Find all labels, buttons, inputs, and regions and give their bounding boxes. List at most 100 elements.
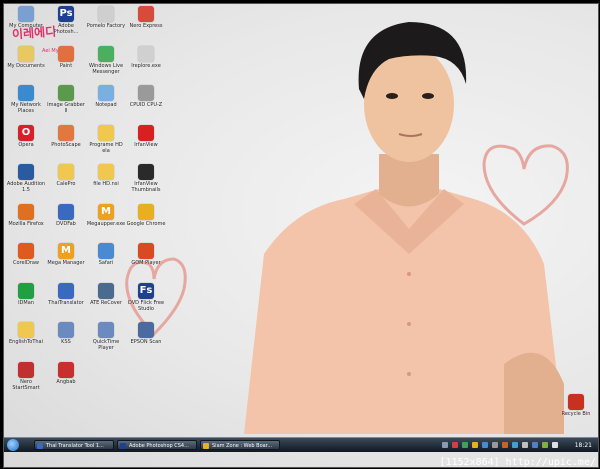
mega-manager-icon: M bbox=[58, 243, 74, 259]
desktop-icon-thaitranslator[interactable]: ThaiTranslator bbox=[46, 282, 86, 306]
desktop-icon-epson-scan[interactable]: EPSON Scan bbox=[126, 322, 166, 345]
thaitranslator-icon bbox=[58, 282, 74, 299]
taskbar-item-thai-translator[interactable]: Thai Translator Tool 1... bbox=[34, 440, 114, 450]
ireplore-exe-icon bbox=[138, 45, 154, 62]
desktop-icon-label: Mozilla Firefox bbox=[8, 220, 44, 227]
nero-startsmart-icon bbox=[18, 361, 34, 378]
desktop-icon-notepad[interactable]: Notepad bbox=[86, 85, 126, 108]
desktop-icon-label: CalePro bbox=[56, 181, 76, 187]
tray-icon-9[interactable] bbox=[522, 442, 528, 448]
dvd-flick-free-studio-icon: Fs bbox=[138, 282, 154, 299]
desktop-icon-label: GOM Player bbox=[131, 260, 161, 266]
tray-icon-2[interactable] bbox=[452, 442, 458, 448]
desktop-icon-nero-express[interactable]: Nero Express bbox=[126, 6, 166, 29]
desktop-icon-safari[interactable]: Safari bbox=[86, 243, 126, 266]
megaupper-exe-icon: M bbox=[98, 203, 114, 220]
desktop-icon-ate-recover[interactable]: ATE ReCover bbox=[86, 282, 126, 306]
tray-icon-5[interactable] bbox=[482, 442, 488, 448]
desktop-icon-ireplore-exe[interactable]: Ireplore.exe bbox=[126, 45, 166, 69]
desktop-icon-calepro[interactable]: CalePro bbox=[46, 164, 86, 187]
tray-icon-8[interactable] bbox=[512, 442, 518, 448]
desktop-icon-adobe-photosh[interactable]: Ps Adobe Photosh... bbox=[46, 6, 86, 35]
desktop-icon-dvdfab[interactable]: DVDFab bbox=[46, 203, 86, 227]
desktop-icon-windows-live-messenger[interactable]: Windows Live Messenger bbox=[86, 45, 126, 75]
desktop-icon-label: Programe HD ela bbox=[89, 141, 123, 154]
desktop-icon-mozilla-firefox[interactable]: Mozilla Firefox bbox=[6, 203, 46, 227]
programe-hd-ela-icon bbox=[98, 124, 114, 141]
desktop-icon-coreldraw[interactable]: CorelDraw bbox=[6, 243, 46, 266]
desktop-icon-adobe-audition-1-5[interactable]: Adobe Audition 1.5 bbox=[6, 164, 46, 193]
gom-player-icon bbox=[138, 243, 154, 259]
adobe-audition-1-5-icon bbox=[18, 164, 34, 180]
desktop-icon-my-computer[interactable]: My Computer bbox=[6, 6, 46, 29]
desktop-icon-mega-manager[interactable]: M Mega Manager bbox=[46, 243, 86, 266]
desktop-icon-irfanview[interactable]: IrfanView bbox=[126, 124, 166, 148]
volume-icon[interactable] bbox=[552, 442, 558, 448]
image-grabber-ii-icon bbox=[58, 85, 74, 101]
windows-live-messenger-icon bbox=[98, 45, 114, 62]
desktop-icon-label: IDMan bbox=[18, 299, 34, 306]
desktop-icon-image-grabber-ii[interactable]: Image Grabber II bbox=[46, 85, 86, 114]
desktop-icon-google-chrome[interactable]: Google Chrome bbox=[126, 203, 166, 227]
desktop-icon-pomelo-factory[interactable]: Pomelo Factory bbox=[86, 6, 126, 29]
desktop-icon-label: KSS bbox=[61, 339, 71, 345]
tray-icon-6[interactable] bbox=[492, 442, 498, 448]
desktop-icon-megaupper-exe[interactable]: M Megaupper.exe bbox=[86, 203, 126, 227]
tray-icon-7[interactable] bbox=[502, 442, 508, 448]
file-hd-nsi-icon bbox=[98, 164, 114, 180]
tray-icon-4[interactable] bbox=[472, 442, 478, 448]
paint-icon bbox=[58, 45, 74, 62]
desktop-icon-label: Opera bbox=[18, 141, 34, 148]
taskbar-item-label: Thai Translator Tool 1... bbox=[46, 443, 104, 449]
tray-icon-3[interactable] bbox=[462, 442, 468, 448]
desktop-icon-label: CorelDraw bbox=[12, 260, 40, 266]
my-network-places-icon bbox=[18, 85, 34, 101]
desktop-icon-label: QuickTime Player bbox=[92, 339, 120, 351]
mozilla-firefox-icon bbox=[18, 203, 34, 220]
desktop-icon-angbab[interactable]: Angbab bbox=[46, 361, 86, 385]
desktop-icon-label: Nero Express bbox=[129, 23, 163, 29]
desktop-icon-recycle-bin[interactable]: Recycle Bin bbox=[556, 394, 596, 417]
desktop-icon-my-documents[interactable]: My Documents bbox=[6, 45, 46, 69]
desktop-icon-englishtothai[interactable]: EnglishToThai bbox=[6, 322, 46, 345]
desktop-icon-my-network-places[interactable]: My Network Places bbox=[6, 85, 46, 114]
desktop-icon-kss[interactable]: KSS bbox=[46, 322, 86, 345]
desktop-icon-paint[interactable]: Paint bbox=[46, 45, 86, 69]
desktop-icon-label: Notepad bbox=[95, 102, 117, 108]
idman-icon bbox=[18, 282, 34, 299]
desktop-icon-irfanview-thumbnails[interactable]: IrfanView Thumbnails bbox=[126, 164, 166, 193]
desktop-icon-file-hd-nsi[interactable]: file HD.nsi bbox=[86, 164, 126, 187]
opera-icon: O bbox=[18, 124, 34, 141]
desktop-icon-photoscape[interactable]: PhotoScape bbox=[46, 124, 86, 148]
start-button[interactable] bbox=[7, 439, 19, 451]
desktop-icon-idman[interactable]: IDMan bbox=[6, 282, 46, 306]
notepad-icon bbox=[98, 85, 114, 101]
taskbar-item-siam-zone[interactable]: Siam Zone : Web Boar... bbox=[200, 440, 280, 450]
my-computer-icon bbox=[18, 6, 34, 22]
google-chrome-icon bbox=[138, 203, 154, 220]
pomelo-factory-icon bbox=[98, 6, 114, 22]
clock[interactable]: 18:21 bbox=[575, 442, 592, 449]
desktop-icon-nero-startsmart[interactable]: Nero StartSmart bbox=[6, 361, 46, 391]
desktop-icon-opera[interactable]: O Opera bbox=[6, 124, 46, 148]
desktop-icon-label: Windows Live Messenger bbox=[88, 62, 124, 75]
desktop-icon-label: Paint bbox=[59, 62, 73, 69]
watermark: [1152x864] http://upic.me/ bbox=[439, 457, 596, 468]
desktop-icon-label: Ireplore.exe bbox=[131, 62, 161, 69]
desktop-icon-cpuid-cpu-z[interactable]: CPUID CPU-Z bbox=[126, 85, 166, 108]
desktop-icon-label: file HD.nsi bbox=[93, 181, 119, 187]
desktop-icon-dvd-flick-free-studio[interactable]: Fs DVD Flick Free Studio bbox=[126, 282, 166, 312]
desktop-icon-quicktime-player[interactable]: QuickTime Player bbox=[86, 322, 126, 351]
desktop-icon-label: ATE ReCover bbox=[90, 299, 122, 306]
heart-doodle-right bbox=[482, 144, 569, 226]
tray-icon-11[interactable] bbox=[542, 442, 548, 448]
recycle-bin-icon bbox=[568, 394, 584, 410]
desktop-icon-programe-hd-ela[interactable]: Programe HD ela bbox=[86, 124, 126, 154]
taskbar-item-photoshop[interactable]: Adobe Photoshop CS4... bbox=[117, 440, 197, 450]
desktop-icon-gom-player[interactable]: GOM Player bbox=[126, 243, 166, 266]
tray-icon-1[interactable] bbox=[442, 442, 448, 448]
desktop: 이레에디 Aei My Lady My ComputerPsAdobe Phot… bbox=[3, 3, 599, 468]
desktop-icon-label: DVDFab bbox=[56, 220, 76, 227]
tray-icon-10[interactable] bbox=[532, 442, 538, 448]
desktop-icon-label: Recycle Bin bbox=[561, 411, 591, 417]
